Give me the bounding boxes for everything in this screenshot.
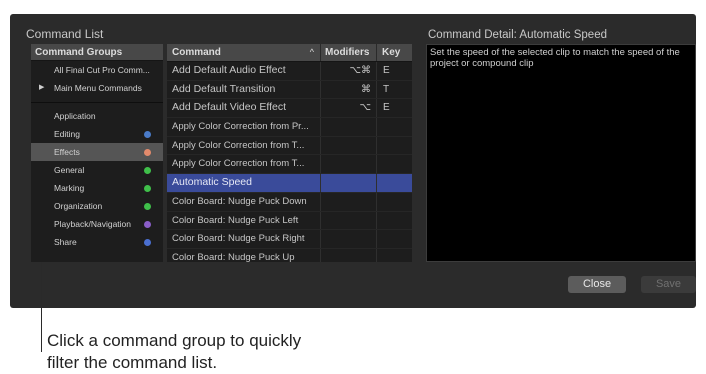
group-label: Main Menu Commands bbox=[54, 83, 142, 93]
save-button[interactable]: Save bbox=[641, 276, 696, 293]
command-detail-panel: Set the speed of the selected clip to ma… bbox=[426, 44, 696, 262]
command-key bbox=[377, 137, 412, 155]
callout-caption: Click a command group to quickly filter … bbox=[47, 330, 387, 374]
group-color-dot-icon bbox=[144, 239, 151, 246]
callout-line-2: filter the command list. bbox=[47, 353, 218, 372]
close-button[interactable]: Close bbox=[568, 276, 626, 293]
group-label: Marking bbox=[54, 183, 85, 193]
sort-ascending-icon: ^ bbox=[309, 47, 314, 57]
command-key bbox=[377, 249, 412, 262]
command-modifiers: ⌥ bbox=[321, 99, 377, 118]
group-item[interactable]: Share bbox=[31, 233, 163, 251]
group-label: General bbox=[54, 165, 85, 175]
command-key: E bbox=[383, 102, 390, 114]
command-key: T bbox=[383, 83, 390, 95]
group-color-dot-icon bbox=[144, 221, 151, 228]
callout-leader-line bbox=[41, 262, 42, 352]
group-item[interactable]: Effects bbox=[31, 143, 163, 161]
command-modifiers bbox=[321, 192, 377, 211]
command-row[interactable]: Apply Color Correction from Pr... bbox=[167, 118, 412, 137]
command-name: Color Board: Nudge Puck Right bbox=[167, 230, 321, 248]
window-title: Command List bbox=[26, 27, 104, 41]
group-item[interactable]: General bbox=[31, 161, 163, 179]
group-item[interactable]: Playback/Navigation bbox=[31, 215, 163, 233]
group-label: Playback/Navigation bbox=[54, 219, 132, 229]
command-detail-text: Set the speed of the selected clip to ma… bbox=[430, 47, 680, 69]
command-key bbox=[377, 118, 412, 136]
group-item[interactable]: Application bbox=[31, 107, 163, 125]
group-divider bbox=[31, 102, 163, 103]
detail-title: Command Detail: Automatic Speed bbox=[428, 29, 607, 41]
command-name: Add Default Transition bbox=[167, 80, 321, 99]
command-row[interactable]: Add Default Transition ⌘ T bbox=[167, 80, 412, 100]
command-groups-list: Command Groups All Final Cut Pro Comm...… bbox=[31, 44, 163, 262]
command-row[interactable]: Color Board: Nudge Puck Left bbox=[167, 211, 412, 231]
command-table: Command ^ Modifiers Key Add Default Audi… bbox=[167, 44, 412, 262]
command-row[interactable]: Apply Color Correction from T... bbox=[167, 155, 412, 175]
group-color-dot-icon bbox=[144, 167, 151, 174]
command-name: Apply Color Correction from T... bbox=[167, 155, 321, 174]
command-modifiers: ⌘ bbox=[321, 80, 377, 99]
group-label: Share bbox=[54, 237, 77, 247]
group-color-dot-icon bbox=[144, 131, 151, 138]
command-row[interactable]: Automatic Speed bbox=[167, 174, 412, 193]
command-key bbox=[377, 230, 412, 248]
command-row[interactable]: Color Board: Nudge Puck Right bbox=[167, 230, 412, 249]
command-modifiers bbox=[321, 136, 377, 155]
group-label: Editing bbox=[54, 129, 80, 139]
command-name: Add Default Video Effect bbox=[167, 99, 321, 118]
command-modifiers bbox=[321, 155, 377, 174]
command-key bbox=[377, 174, 412, 192]
group-label: Effects bbox=[54, 147, 80, 157]
column-header-command-label: Command bbox=[172, 47, 221, 58]
command-row[interactable]: Color Board: Nudge Puck Up bbox=[167, 248, 412, 262]
callout-line-1: Click a command group to quickly bbox=[47, 331, 302, 350]
command-modifiers bbox=[321, 248, 377, 262]
column-header-command[interactable]: Command ^ bbox=[167, 44, 321, 61]
disclosure-triangle-icon[interactable]: ▶ bbox=[39, 79, 44, 97]
group-item[interactable]: Marking bbox=[31, 179, 163, 197]
group-item[interactable]: Organization bbox=[31, 197, 163, 215]
command-row[interactable]: Color Board: Nudge Puck Down bbox=[167, 192, 412, 212]
command-key: E bbox=[383, 65, 390, 76]
group-color-dot-icon bbox=[144, 149, 151, 156]
command-modifiers bbox=[321, 174, 377, 192]
command-modifiers: ⌥⌘ bbox=[321, 62, 377, 80]
command-groups-header[interactable]: Command Groups bbox=[31, 44, 163, 61]
command-row[interactable]: Add Default Video Effect ⌥ E bbox=[167, 99, 412, 119]
command-modifiers bbox=[321, 230, 377, 248]
group-item-main-menu-commands[interactable]: ▶ Main Menu Commands bbox=[31, 79, 163, 97]
group-color-dot-icon bbox=[144, 203, 151, 210]
command-name: Add Default Audio Effect bbox=[167, 62, 321, 80]
command-row[interactable]: Add Default Audio Effect ⌥⌘ E bbox=[167, 62, 412, 81]
group-label: All Final Cut Pro Comm... bbox=[54, 65, 150, 75]
column-header-key[interactable]: Key bbox=[377, 44, 412, 61]
command-name: Color Board: Nudge Puck Left bbox=[167, 211, 321, 230]
command-key bbox=[377, 155, 412, 173]
command-key bbox=[377, 193, 412, 211]
command-name: Apply Color Correction from T... bbox=[167, 136, 321, 155]
command-row[interactable]: Apply Color Correction from T... bbox=[167, 136, 412, 156]
command-name: Automatic Speed bbox=[167, 174, 321, 192]
command-table-header: Command ^ Modifiers Key bbox=[167, 44, 412, 62]
command-key bbox=[377, 212, 412, 230]
command-modifiers bbox=[321, 118, 377, 136]
command-name: Apply Color Correction from Pr... bbox=[167, 118, 321, 136]
command-name: Color Board: Nudge Puck Up bbox=[167, 248, 321, 262]
command-modifiers bbox=[321, 211, 377, 230]
group-color-dot-icon bbox=[144, 185, 151, 192]
group-item[interactable]: Editing bbox=[31, 125, 163, 143]
command-name: Color Board: Nudge Puck Down bbox=[167, 192, 321, 211]
column-header-modifiers[interactable]: Modifiers bbox=[321, 44, 377, 61]
group-item-all-commands[interactable]: All Final Cut Pro Comm... bbox=[31, 61, 163, 79]
group-label: Application bbox=[54, 111, 96, 121]
group-label: Organization bbox=[54, 201, 103, 211]
